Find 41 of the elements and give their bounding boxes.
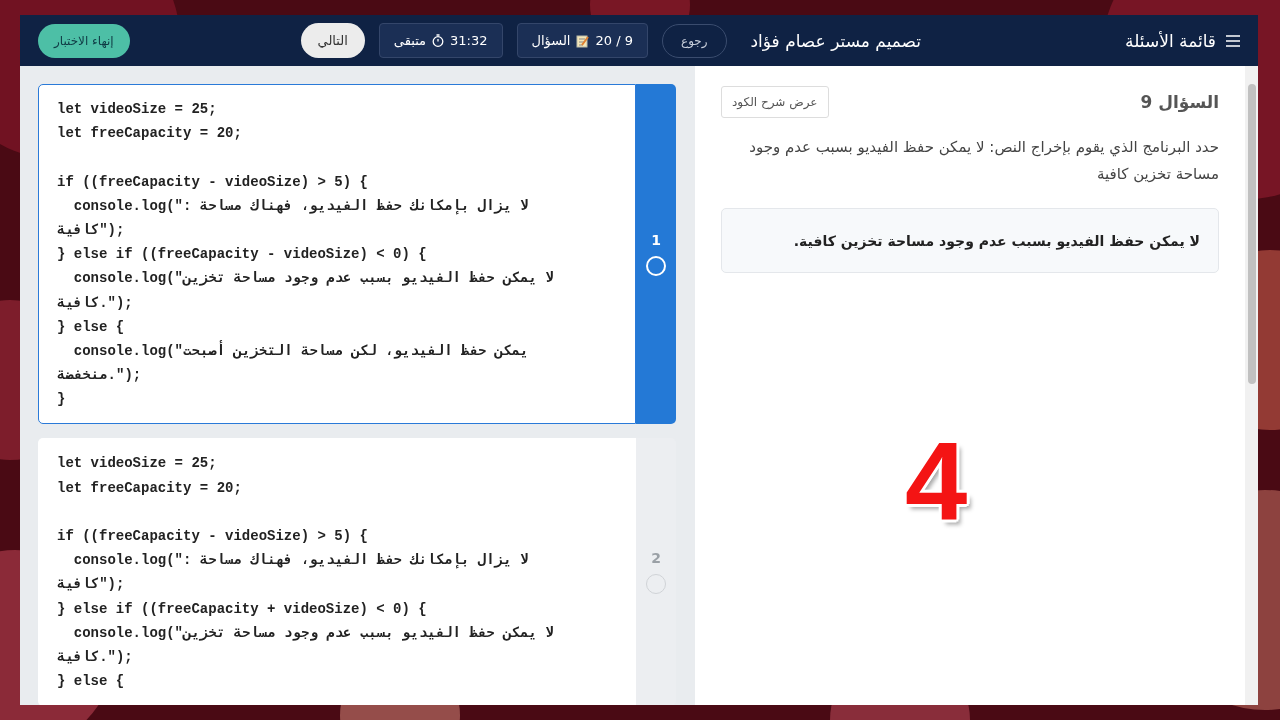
code-line: كافية"); [57,220,126,240]
scrollbar[interactable] [1245,66,1258,705]
code-line: كافية."); [57,293,134,313]
counter-label: السؤال [531,33,571,48]
code-line: كافية."); [57,647,134,667]
question-title: السؤال 9 [1140,92,1219,112]
expected-output-text: لا يمكن حفظ الفيديو بسبب عدم وجود مساحة تخزين كافية. [793,233,1200,249]
quiz-title: تصميم مستر عصام فؤاد [750,30,922,51]
next-button[interactable]: التالي [300,23,365,58]
code-line: console.log(": لا يزال بإمكانك حفظ الفيديو، فهناك مساحة [72,196,530,217]
question-text: حدد البرنامج الذي يقوم بإخراج النص: لا يمكن حفظ الفيديو بسبب عدم وجود مساحة تخزين كافية [748,137,1219,185]
timer-value: 31:32 [450,33,488,48]
code-line: console.log("يمكن حفظ الفيديو، لكن مساحة التخزين أصبحت [72,339,530,361]
question-list-menu[interactable]: قائمة الأسئلة [1125,30,1240,51]
show-explanation-button[interactable]: عرض شرح الكود [721,86,829,118]
code-line: let freeCapacity = 20; [57,478,243,498]
code-line: } else if ((freeCapacity + videoSize) < 0) { [57,599,428,619]
option-number: 2 [651,550,661,567]
code-line: منخفضة."); [57,366,143,386]
option-number: 1 [651,232,661,249]
timer-label: متبقى [393,33,427,48]
overlay-number: 4 [905,418,968,546]
stopwatch-icon [432,34,445,47]
code-line: } else { [57,317,126,337]
code-line: let videoSize = 25; [57,100,218,119]
code-line: } [57,390,67,410]
code-line: if ((freeCapacity - videoSize) > 5) { [57,527,369,546]
menu-icon [1226,34,1240,47]
code-line: } else if ((freeCapacity - videoSize) < 0) { [57,245,428,265]
code-line: console.log(": لا يزال بإمكانك حفظ الفيديو، فهناك مساحة [72,551,530,571]
code-line: let freeCapacity = 20; [57,124,243,144]
code-line: console.log("لا يمكن حفظ الفيديو بسبب عدم وجود مساحة تخزين [72,269,555,289]
finish-exam-button[interactable]: إنهاء الاختبار [38,23,130,58]
option-selector[interactable]: 1 [636,84,676,425]
counter-value: 9 / 20 [595,33,633,48]
notepad-icon [576,33,590,48]
code-line: console.log("لا يمكن حفظ الفيديو بسبب عدم وجود مساحة تخزين [72,623,555,643]
code-line: كافية"); [57,575,126,595]
code-line: } else { [57,672,126,692]
code-line: let videoSize = 25; [57,454,218,474]
code-line: if ((freeCapacity - videoSize) > 5) { [57,172,369,192]
